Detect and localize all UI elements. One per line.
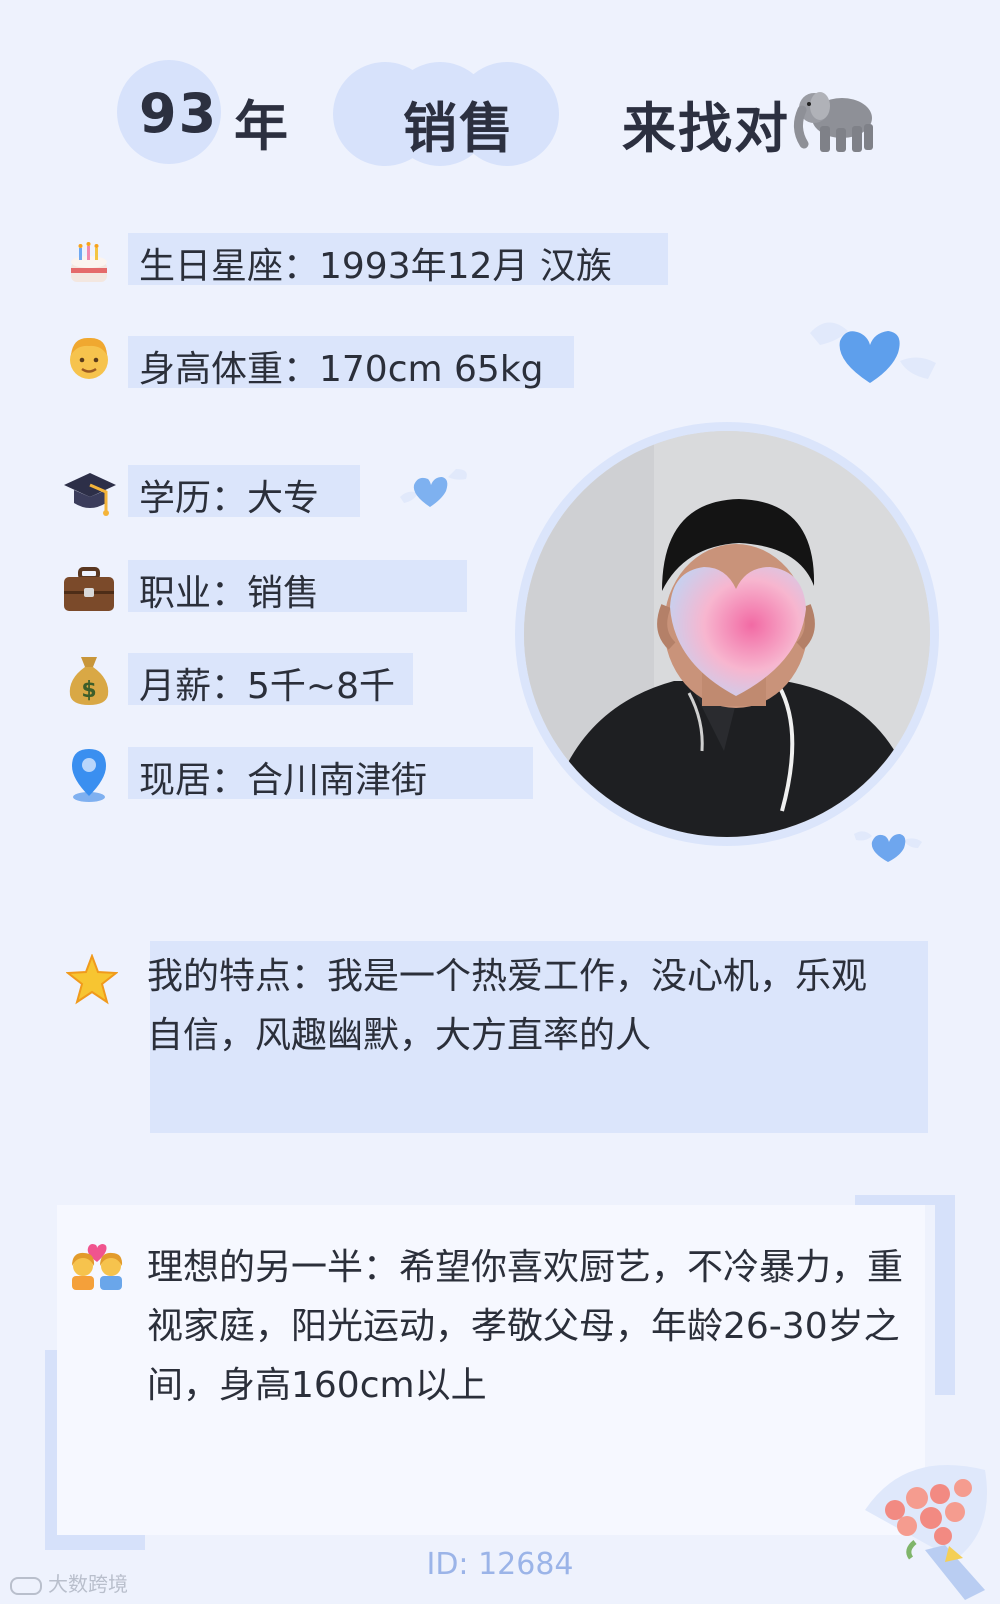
man-face-icon [65, 333, 113, 383]
briefcase-icon [62, 565, 116, 615]
couple-heart-icon [68, 1240, 126, 1292]
info-salary: 月薪：5千~8千 [139, 666, 395, 707]
star-icon [65, 953, 119, 1006]
money-bag-icon: $ [66, 653, 112, 707]
profile-id: ID: 12684 [426, 1547, 574, 1582]
info-education: 学历：大专 [139, 478, 320, 519]
winged-heart-icon-small [400, 467, 470, 511]
watermark: 大数跨境 [10, 1568, 128, 1597]
watermark-text: 大数跨境 [48, 1572, 128, 1596]
frame-corner-top-right-v [935, 1195, 955, 1395]
elephant-icon [790, 78, 880, 158]
birthday-cake-icon [65, 240, 113, 288]
ideal-partner-text: 理想的另一半：希望你喜欢厨艺，不冷暴力，重视家庭，阳光运动，孝敬父母，年龄26-… [147, 1247, 904, 1406]
features-text: 我的特点：我是一个热爱工作，没心机，乐观自信，风趣幽默，大方直率的人 [147, 956, 868, 1056]
header-seeking: 来找对 [622, 97, 790, 160]
watermark-logo-icon [10, 1576, 42, 1595]
header-job: 销售 [403, 97, 515, 160]
info-occupation: 职业：销售 [139, 573, 320, 614]
winged-heart-icon-bottom [852, 826, 924, 866]
header-year: 93 [139, 82, 219, 145]
winged-heart-icon-large [808, 313, 938, 393]
svg-text:$: $ [81, 678, 96, 703]
graduation-cap-icon [62, 465, 118, 521]
header-year-suffix: 年 [234, 95, 290, 158]
info-birthday: 生日星座：1993年12月 汉族 [139, 246, 612, 287]
location-pin-icon [66, 747, 112, 803]
info-height-weight: 身高体重：170cm 65kg [139, 349, 544, 390]
profile-photo [524, 431, 930, 837]
info-residence: 现居：合川南津街 [139, 760, 428, 801]
